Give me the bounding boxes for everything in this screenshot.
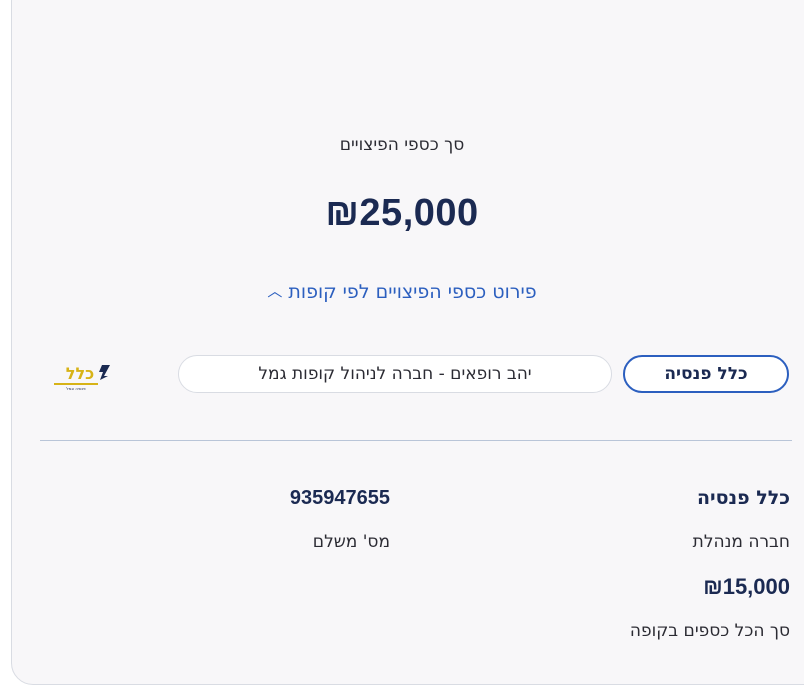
klal-logo: כלל פנסיה וגמל bbox=[54, 364, 110, 391]
fund-tab-klal-pension[interactable]: כלל פנסיה bbox=[623, 355, 789, 393]
breakdown-toggle-label: פירוט כספי הפיצויים לפי קופות bbox=[288, 281, 537, 303]
logo-subtext: פנסיה וגמל bbox=[66, 386, 86, 391]
fund-name-label: חברה מנהלת bbox=[692, 532, 790, 552]
fund-tab-yahav[interactable]: יהב רופאים - חברה לניהול קופות גמל bbox=[178, 355, 612, 393]
section-divider bbox=[40, 440, 792, 441]
fund-amount-label: סך הכל כספים בקופה bbox=[629, 621, 790, 641]
fund-name: כלל פנסיה bbox=[696, 487, 790, 509]
fund-amount: ₪15,000 bbox=[703, 574, 790, 599]
payer-number-label: מס' משלם bbox=[312, 532, 390, 552]
payer-number: 935947655 bbox=[289, 487, 390, 509]
total-compensation-label: סך כספי הפיצויים bbox=[339, 135, 465, 155]
total-compensation-amount: ₪25,000 bbox=[325, 192, 479, 234]
chevron-up-icon: ︿ bbox=[267, 282, 283, 300]
logo-mark bbox=[99, 365, 110, 380]
logo-text: כלל bbox=[66, 364, 94, 383]
compensation-card bbox=[11, 0, 804, 685]
logo-underline bbox=[54, 383, 98, 385]
breakdown-toggle-link[interactable]: ︿ פירוט כספי הפיצויים לפי קופות bbox=[0, 280, 804, 303]
